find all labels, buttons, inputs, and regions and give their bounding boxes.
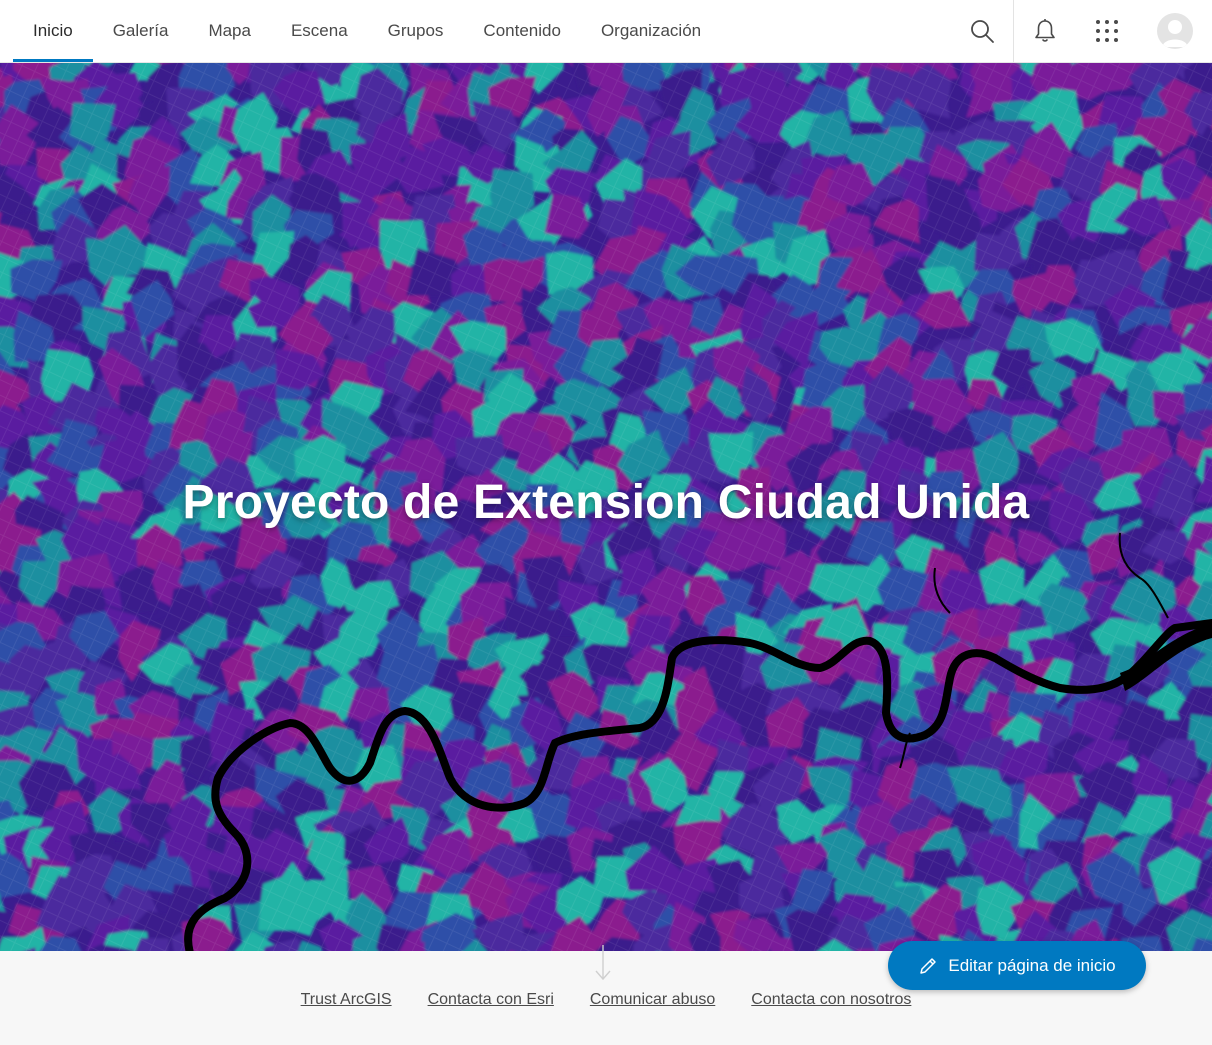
- scroll-down-icon[interactable]: [594, 945, 612, 981]
- tab-inicio[interactable]: Inicio: [13, 0, 93, 62]
- nav-tabs: Inicio Galería Mapa Escena Grupos Conten…: [13, 0, 721, 62]
- footer-link-contacta-nosotros[interactable]: Contacta con nosotros: [751, 991, 911, 1009]
- bell-icon: [1035, 19, 1055, 42]
- tab-escena[interactable]: Escena: [271, 0, 368, 62]
- nav-tools: [951, 0, 1212, 62]
- tab-mapa[interactable]: Mapa: [188, 0, 271, 62]
- edit-homepage-label: Editar página de inicio: [948, 955, 1116, 975]
- top-navigation: Inicio Galería Mapa Escena Grupos Conten…: [0, 0, 1212, 63]
- tab-grupos[interactable]: Grupos: [368, 0, 464, 62]
- search-icon: [971, 20, 994, 43]
- edit-homepage-button[interactable]: Editar página de inicio: [888, 941, 1146, 990]
- user-menu-button[interactable]: [1138, 0, 1212, 62]
- tab-contenido[interactable]: Contenido: [463, 0, 581, 62]
- tab-organizacion[interactable]: Organización: [581, 0, 721, 62]
- app-launcher-button[interactable]: [1076, 0, 1138, 62]
- footer-link-trust-arcgis[interactable]: Trust ArcGIS: [301, 991, 392, 1009]
- tab-galeria[interactable]: Galería: [93, 0, 189, 62]
- notifications-button[interactable]: [1014, 0, 1076, 62]
- footer-link-contacta-esri[interactable]: Contacta con Esri: [428, 991, 554, 1009]
- pencil-icon: [920, 957, 937, 974]
- hero-title: Proyecto de Extension Ciudad Unida: [182, 476, 1030, 529]
- avatar: [1157, 13, 1193, 49]
- footer-link-comunicar-abuso[interactable]: Comunicar abuso: [590, 991, 715, 1009]
- app-launcher-icon: [1096, 20, 1118, 42]
- user-icon: [1162, 20, 1188, 47]
- hero-banner: Proyecto de Extension Ciudad Unida: [0, 63, 1212, 951]
- search-button[interactable]: [951, 0, 1013, 62]
- footer-links: Trust ArcGIS Contacta con Esri Comunicar…: [0, 991, 1212, 1009]
